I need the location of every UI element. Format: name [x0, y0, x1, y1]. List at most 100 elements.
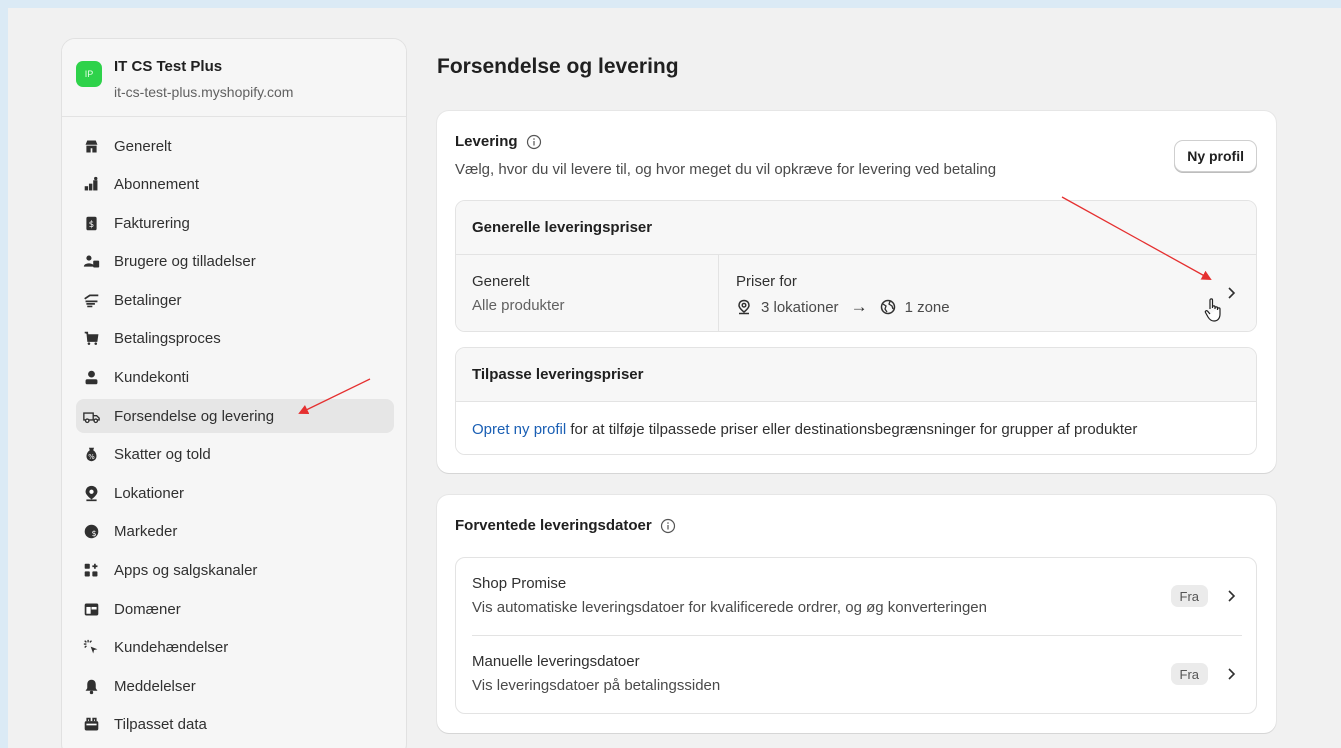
apps-icon — [82, 562, 100, 580]
sidebar-item-meddelelser[interactable]: Meddelelser — [76, 669, 394, 703]
store-icon — [82, 137, 100, 155]
status-badge: Fra — [1170, 585, 1208, 607]
delivery-card: Levering Vælg, hvor du vil levere til, o… — [437, 111, 1276, 473]
create-profile-link[interactable]: Opret ny profil — [472, 421, 566, 438]
sidebar-item-label: Skatter og told — [114, 446, 211, 464]
row-description: Vis automatiske leveringsdatoer for kval… — [472, 599, 987, 616]
profile-name: Generelt — [472, 273, 530, 290]
page-title: Forsendelse og levering — [437, 55, 679, 78]
sidebar-item-kundehaendelser[interactable]: Kundehændelser — [76, 631, 394, 665]
sidebar-item-label: Generelt — [114, 137, 172, 155]
sidebar-item-domaener[interactable]: Domæner — [76, 592, 394, 626]
expected-dates-title-text: Forventede leveringsdatoer — [455, 517, 652, 534]
settings-sidebar: IP IT CS Test Plus it-cs-test-plus.mysho… — [61, 38, 407, 748]
domain-icon — [82, 600, 100, 618]
sidebar-item-skatter[interactable]: % Skatter og told — [76, 438, 394, 472]
sidebar-item-label: Fakturering — [114, 214, 190, 232]
custom-rates-box: Tilpasse leveringspriser Opret ny profil… — [455, 347, 1257, 455]
sidebar-item-label: Kundehændelser — [114, 639, 229, 657]
data-icon — [82, 716, 100, 734]
chevron-right-icon[interactable] — [1226, 286, 1236, 300]
delivery-title: Levering — [455, 133, 542, 150]
location-icon — [82, 484, 100, 502]
row-description: Vis leveringsdatoer på betalingssiden — [472, 677, 721, 694]
prices-for-label: Priser for — [736, 273, 797, 290]
sidebar-item-label: Lokationer — [114, 484, 185, 502]
sidebar-item-abonnement[interactable]: Abonnement — [76, 168, 394, 202]
globe-icon: $ — [82, 523, 100, 541]
users-icon — [82, 253, 100, 271]
general-rates-box: Generelle leveringspriser Generelt Alle … — [455, 200, 1257, 332]
sidebar-item-label: Meddelelser — [114, 677, 196, 695]
new-profile-button[interactable]: Ny profil — [1174, 140, 1257, 172]
sidebar-item-markeder[interactable]: $ Markeder — [76, 515, 394, 549]
payments-icon — [82, 291, 100, 309]
sidebar-item-fakturering[interactable]: $ Fakturering — [76, 206, 394, 240]
store-url: it-cs-test-plus.myshopify.com — [114, 84, 294, 100]
cursor-icon — [82, 639, 100, 657]
sidebar-item-label: Apps og salgskanaler — [114, 562, 258, 580]
custom-rates-text: for at tilføje tilpassede priser eller d… — [566, 420, 1138, 438]
store-header[interactable]: IP IT CS Test Plus it-cs-test-plus.mysho… — [62, 39, 406, 117]
sidebar-item-label: Markeder — [114, 523, 178, 541]
chevron-right-icon[interactable] — [1226, 667, 1236, 681]
sidebar-item-label: Betalingsproces — [114, 330, 221, 348]
svg-text:$: $ — [91, 529, 96, 538]
location-zone-summary: 3 lokationer → 1 zone — [736, 297, 950, 317]
sidebar-item-forsendelse[interactable]: Forsendelse og levering — [76, 399, 394, 434]
general-rates-heading: Generelle leveringspriser — [456, 201, 1256, 255]
sidebar-item-apps[interactable]: Apps og salgskanaler — [76, 554, 394, 588]
expected-dates-card: Forventede leveringsdatoer Shop Promise … — [437, 495, 1276, 733]
truck-icon — [82, 407, 100, 425]
row-title: Manuelle leveringsdatoer — [472, 653, 640, 670]
sidebar-item-betalingsproces[interactable]: Betalingsproces — [76, 322, 394, 356]
sidebar-item-label: Tilpasset data — [114, 716, 207, 734]
delivery-description: Vælg, hvor du vil levere til, og hvor me… — [455, 161, 997, 178]
general-profile-row[interactable]: Generelt Alle produkter Priser for 3 lok… — [456, 255, 1256, 331]
expected-dates-title: Forventede leveringsdatoer — [455, 517, 676, 534]
sidebar-item-tilpasset-data[interactable]: Tilpasset data — [76, 708, 394, 742]
sidebar-item-lokationer[interactable]: Lokationer — [76, 476, 394, 510]
location-pin-icon — [738, 299, 750, 315]
sidebar-item-generelt[interactable]: Generelt — [76, 129, 394, 163]
manual-dates-row[interactable]: Manuelle leveringsdatoer Vis leveringsda… — [456, 636, 1256, 713]
sidebar-item-label: Abonnement — [114, 176, 200, 194]
sidebar-item-kundekonti[interactable]: Kundekonti — [76, 361, 394, 395]
sidebar-item-brugere[interactable]: Brugere og tilladelser — [76, 245, 394, 279]
store-name: IT CS Test Plus — [114, 58, 223, 75]
chevron-right-icon[interactable] — [1226, 589, 1236, 603]
globe-zone-icon — [880, 299, 895, 315]
zones-count: 1 zone — [904, 298, 950, 316]
expected-dates-box: Shop Promise Vis automatiske leveringsda… — [455, 557, 1257, 714]
profile-cell: Generelt Alle produkter — [472, 273, 565, 314]
sidebar-item-label: Forsendelse og levering — [114, 407, 275, 425]
sidebar-item-label: Betalinger — [114, 291, 182, 309]
sidebar-item-label: Domæner — [114, 600, 181, 618]
shop-promise-row[interactable]: Shop Promise Vis automatiske leveringsda… — [456, 558, 1256, 635]
status-badge: Fra — [1170, 663, 1208, 685]
sidebar-item-label: Brugere og tilladelser — [114, 253, 256, 271]
custom-rates-row: Opret ny profil for at tilføje tilpassed… — [456, 402, 1256, 454]
sidebar-item-betalinger[interactable]: Betalinger — [76, 283, 394, 317]
profile-products: Alle produkter — [472, 297, 565, 314]
billing-icon: $ — [82, 214, 100, 232]
arrow-right-icon: → — [850, 297, 868, 316]
prices-cell: Priser for 3 lokationer → 1 zone — [736, 273, 950, 317]
bell-icon — [82, 677, 100, 695]
info-icon[interactable] — [526, 134, 542, 150]
tax-icon: % — [82, 446, 100, 464]
column-divider — [718, 255, 719, 331]
settings-nav: Generelt Abonnement $ Fakturering Bruger… — [76, 129, 394, 747]
sidebar-item-label: Kundekonti — [114, 369, 190, 387]
svg-text:%: % — [88, 453, 95, 461]
person-icon — [82, 369, 100, 387]
cart-icon — [82, 330, 100, 348]
delivery-title-text: Levering — [455, 133, 518, 150]
plan-icon — [82, 176, 100, 194]
info-icon[interactable] — [660, 518, 676, 534]
row-title: Shop Promise — [472, 575, 567, 592]
store-avatar: IP — [76, 61, 102, 87]
svg-text:$: $ — [88, 220, 93, 230]
custom-rates-heading: Tilpasse leveringspriser — [456, 348, 1256, 402]
locations-count: 3 lokationer — [761, 298, 839, 316]
